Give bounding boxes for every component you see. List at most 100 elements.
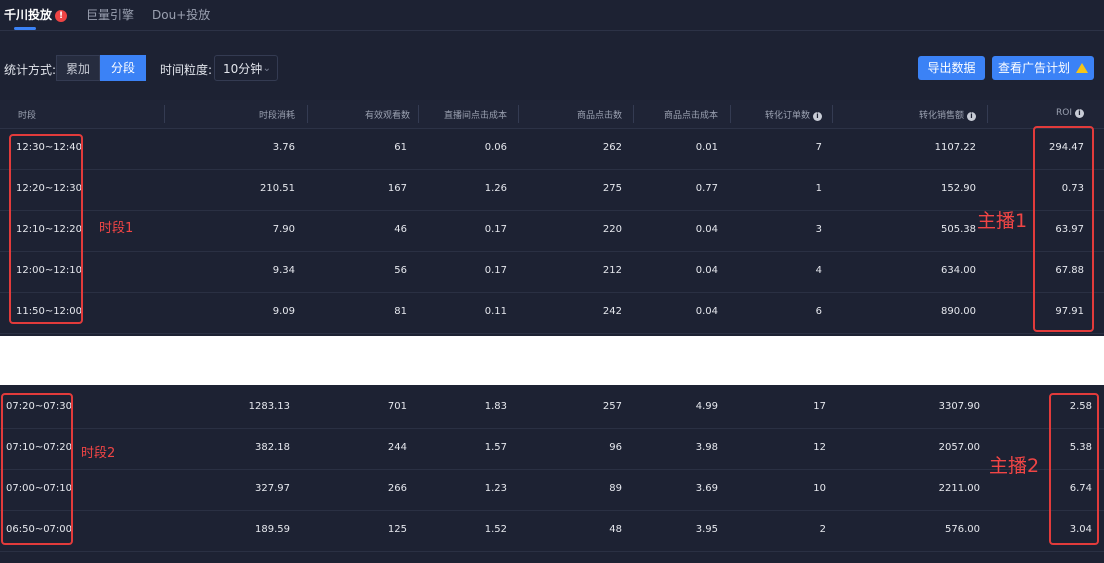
table-row[interactable]: 07:20~07:30 1283.13 701 1.83 257 4.99 17 3307.9… [0,387,1104,429]
cell-product-click-cost: 4.99 [695,401,718,412]
cell-orders: 2 [819,524,826,535]
period1-highlight-box [9,134,83,324]
cell-spend: 7.90 [272,224,295,235]
export-data-button[interactable]: 导出数据 [918,56,985,80]
cell-product-clicks: 212 [602,265,622,276]
stat-cumulative-button[interactable]: 累加 [56,55,100,81]
table-row[interactable]: 12:20~12:30 210.51 167 1.26 275 0.77 1 152.90 0.… [0,169,1104,211]
column-divider [418,105,419,123]
column-divider [307,105,308,123]
cell-product-clicks: 48 [609,524,622,535]
cell-live-click-cost: 0.06 [484,142,507,153]
tab-juliang[interactable]: 巨量引擎 [86,6,134,23]
cell-orders: 10 [813,483,826,494]
cell-valid-views: 56 [394,265,407,276]
host2-annotation: 主播2 [989,455,1040,477]
cell-product-click-cost: 3.95 [695,524,718,535]
cell-orders: 3 [815,224,822,235]
tab-dou[interactable]: Dou+投放 [152,6,210,23]
column-divider [518,105,519,123]
cell-spend: 189.59 [255,524,290,535]
column-divider [987,105,988,123]
cell-valid-views: 125 [387,524,407,535]
cell-product-click-cost: 3.98 [695,442,718,453]
cell-sales: 2211.00 [938,483,980,494]
stat-segmented-button[interactable]: 分段 [100,55,146,81]
tab-label: Dou+投放 [152,8,211,22]
col-roi[interactable]: ROI i [1056,108,1084,118]
chevron-down-icon: ⌄ [262,63,271,74]
cell-orders: 12 [813,442,826,453]
cell-orders: 17 [813,401,826,412]
tab-label: 巨量引擎 [86,8,135,22]
qianchuan-panel: 千川投放! 巨量引擎 Dou+投放 统计方式: 累加 分段 时间粒度: 10分钟… [0,0,1104,336]
info-icon: i [967,112,976,121]
cell-orders: 6 [815,306,822,317]
warning-icon [1076,63,1088,73]
cell-sales: 3307.90 [938,401,980,412]
cell-sales: 634.00 [941,265,976,276]
cell-live-click-cost: 1.26 [484,183,507,194]
col-orders[interactable]: 转化订单数 i [765,108,822,121]
cell-sales: 1107.22 [934,142,976,153]
cell-product-click-cost: 0.04 [695,265,718,276]
cell-spend: 9.34 [272,265,295,276]
tab-bar: 千川投放! 巨量引擎 Dou+投放 [0,0,1104,31]
col-valid-views[interactable]: 有效观看数 [365,108,410,121]
col-sales-label: 转化销售额 [918,111,964,121]
cell-valid-views: 167 [387,183,407,194]
host2-panel: 07:20~07:30 1283.13 701 1.83 257 4.99 17 3307.9… [0,385,1104,563]
col-product-clicks[interactable]: 商品点击数 [577,108,622,121]
table-row[interactable]: 07:00~07:10 327.97 266 1.23 89 3.69 10 2211.00 6… [0,469,1104,511]
cell-product-click-cost: 0.77 [695,183,718,194]
cell-sales: 576.00 [945,524,980,535]
roi2-highlight-box [1049,393,1099,545]
tab-qianchuan[interactable]: 千川投放! [4,6,68,23]
cell-product-click-cost: 3.69 [695,483,718,494]
cell-product-click-cost: 0.01 [695,142,718,153]
cell-valid-views: 244 [387,442,407,453]
tab-label: 千川投放 [4,8,53,22]
cell-product-clicks: 220 [602,224,622,235]
cell-product-click-cost: 0.04 [695,306,718,317]
cell-live-click-cost: 0.17 [484,265,507,276]
alert-icon: ! [55,10,68,22]
col-spend[interactable]: 时段消耗 [259,108,295,121]
period1-annotation: 时段1 [99,221,134,236]
table-row[interactable]: 11:50~12:00 9.09 81 0.11 242 0.04 6 890.00 97.91 [0,292,1104,334]
export-label: 导出数据 [927,61,976,75]
table-header: 时段 时段消耗 有效观看数 直播间点击成本 商品点击数 商品点击成本 转化订单数… [0,100,1104,129]
cell-live-click-cost: 1.52 [484,524,507,535]
view-plan-label: 查看广告计划 [997,61,1070,75]
table-row[interactable]: 12:30~12:40 3.76 61 0.06 262 0.01 7 1107.22 294.… [0,128,1104,170]
period2-annotation: 时段2 [81,446,116,461]
cell-product-clicks: 275 [602,183,622,194]
table-row[interactable]: 07:10~07:20 382.18 244 1.57 96 3.98 12 2057.00 5… [0,428,1104,470]
col-product-click-cost[interactable]: 商品点击成本 [664,108,718,121]
cell-sales: 2057.00 [938,442,980,453]
column-divider [164,105,165,123]
filter-row: 统计方式: 累加 分段 时间粒度: 10分钟 ⌄ 导出数据 查看广告计划 [0,55,1104,81]
table-row[interactable]: 12:00~12:10 9.34 56 0.17 212 0.04 4 634.00 67.88 [0,251,1104,293]
granularity-select[interactable]: 10分钟 ⌄ [214,55,278,81]
col-time[interactable]: 时段 [18,108,36,121]
granularity-label: 时间粒度: [160,63,213,77]
table-row[interactable]: 12:10~12:20 7.90 46 0.17 220 0.04 3 505.38 63.97 [0,210,1104,252]
col-roi-label: ROI [1056,108,1072,118]
col-live-click-cost[interactable]: 直播间点击成本 [444,108,507,121]
view-ad-plan-button[interactable]: 查看广告计划 [992,56,1094,80]
cell-spend: 3.76 [272,142,295,153]
cell-live-click-cost: 1.83 [484,401,507,412]
host1-annotation: 主播1 [977,210,1028,232]
cell-spend: 210.51 [260,183,295,194]
column-divider [832,105,833,123]
table-row[interactable]: 06:50~07:00 189.59 125 1.52 48 3.95 2 576.00 3.0… [0,510,1104,552]
cell-product-clicks: 89 [609,483,622,494]
info-icon: i [1075,109,1084,118]
cell-product-clicks: 242 [602,306,622,317]
cell-orders: 4 [815,265,822,276]
stat-method-label: 统计方式: [4,63,57,77]
period2-highlight-box [1,393,73,545]
col-sales[interactable]: 转化销售额 i [919,108,976,121]
col-orders-label: 转化订单数 [764,111,810,121]
